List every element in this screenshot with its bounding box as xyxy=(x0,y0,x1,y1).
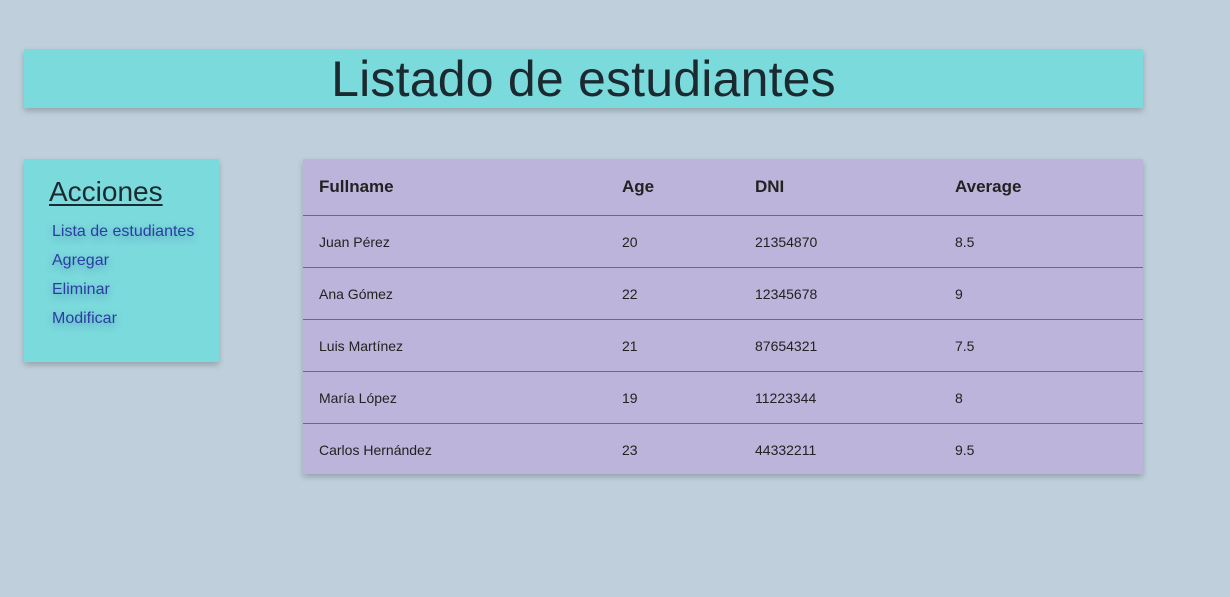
cell-fullname: Ana Gómez xyxy=(303,267,606,320)
column-header-average: Average xyxy=(939,159,1143,216)
cell-average: 9 xyxy=(939,267,1143,320)
students-table: Fullname Age DNI Average Juan Pérez 20 2… xyxy=(303,159,1143,475)
cell-dni: 12345678 xyxy=(739,267,939,320)
cell-age: 22 xyxy=(606,267,739,320)
actions-sidebar: Acciones Lista de estudiantes Agregar El… xyxy=(24,159,219,362)
column-header-fullname: Fullname xyxy=(303,159,606,216)
link-lista-de-estudiantes[interactable]: Lista de estudiantes xyxy=(52,223,194,240)
column-header-dni: DNI xyxy=(739,159,939,216)
table-header-row: Fullname Age DNI Average xyxy=(303,159,1143,216)
sidebar-item-add: Agregar xyxy=(52,250,219,279)
cell-fullname: Luis Martínez xyxy=(303,319,606,372)
table-row: Ana Gómez 22 12345678 9 xyxy=(303,267,1143,320)
link-eliminar[interactable]: Eliminar xyxy=(52,281,110,298)
table-row: Luis Martínez 21 87654321 7.5 xyxy=(303,319,1143,372)
cell-average: 7.5 xyxy=(939,319,1143,372)
cell-dni: 44332211 xyxy=(755,441,817,458)
column-header-age: Age xyxy=(606,159,739,216)
sidebar-item-delete: Eliminar xyxy=(52,279,219,308)
cell-dni: 21354870 xyxy=(739,215,939,268)
cell-age: 21 xyxy=(606,319,739,372)
cell-fullname: Carlos Hernández xyxy=(319,441,432,458)
cell-age: 20 xyxy=(606,215,739,268)
cell-average: 8 xyxy=(939,371,1143,424)
table-row: Juan Pérez 20 21354870 8.5 xyxy=(303,215,1143,268)
cell-fullname: Juan Pérez xyxy=(303,215,606,268)
students-table-card: Fullname Age DNI Average Juan Pérez 20 2… xyxy=(303,159,1143,474)
cell-average: 8.5 xyxy=(939,215,1143,268)
table-row: María López 19 11223344 8 xyxy=(303,371,1143,424)
link-agregar[interactable]: Agregar xyxy=(52,252,109,269)
sidebar-menu: Lista de estudiantes Agregar Eliminar Mo… xyxy=(49,221,219,337)
sidebar-item-list: Lista de estudiantes xyxy=(52,221,219,250)
table-row: Carlos Hernández 23 44332211 9.5 xyxy=(303,424,1143,476)
cell-fullname: María López xyxy=(303,371,606,424)
cell-dni: 11223344 xyxy=(739,371,939,424)
sidebar-title: Acciones xyxy=(49,176,163,207)
cell-average: 9.5 xyxy=(955,441,975,458)
page-title: Listado de estudiantes xyxy=(331,50,836,107)
page-header: Listado de estudiantes xyxy=(24,49,1143,108)
cell-age: 23 xyxy=(622,441,638,458)
cell-dni: 87654321 xyxy=(739,319,939,372)
sidebar-item-edit: Modificar xyxy=(52,308,219,337)
link-modificar[interactable]: Modificar xyxy=(52,310,117,327)
cell-age: 19 xyxy=(606,371,739,424)
